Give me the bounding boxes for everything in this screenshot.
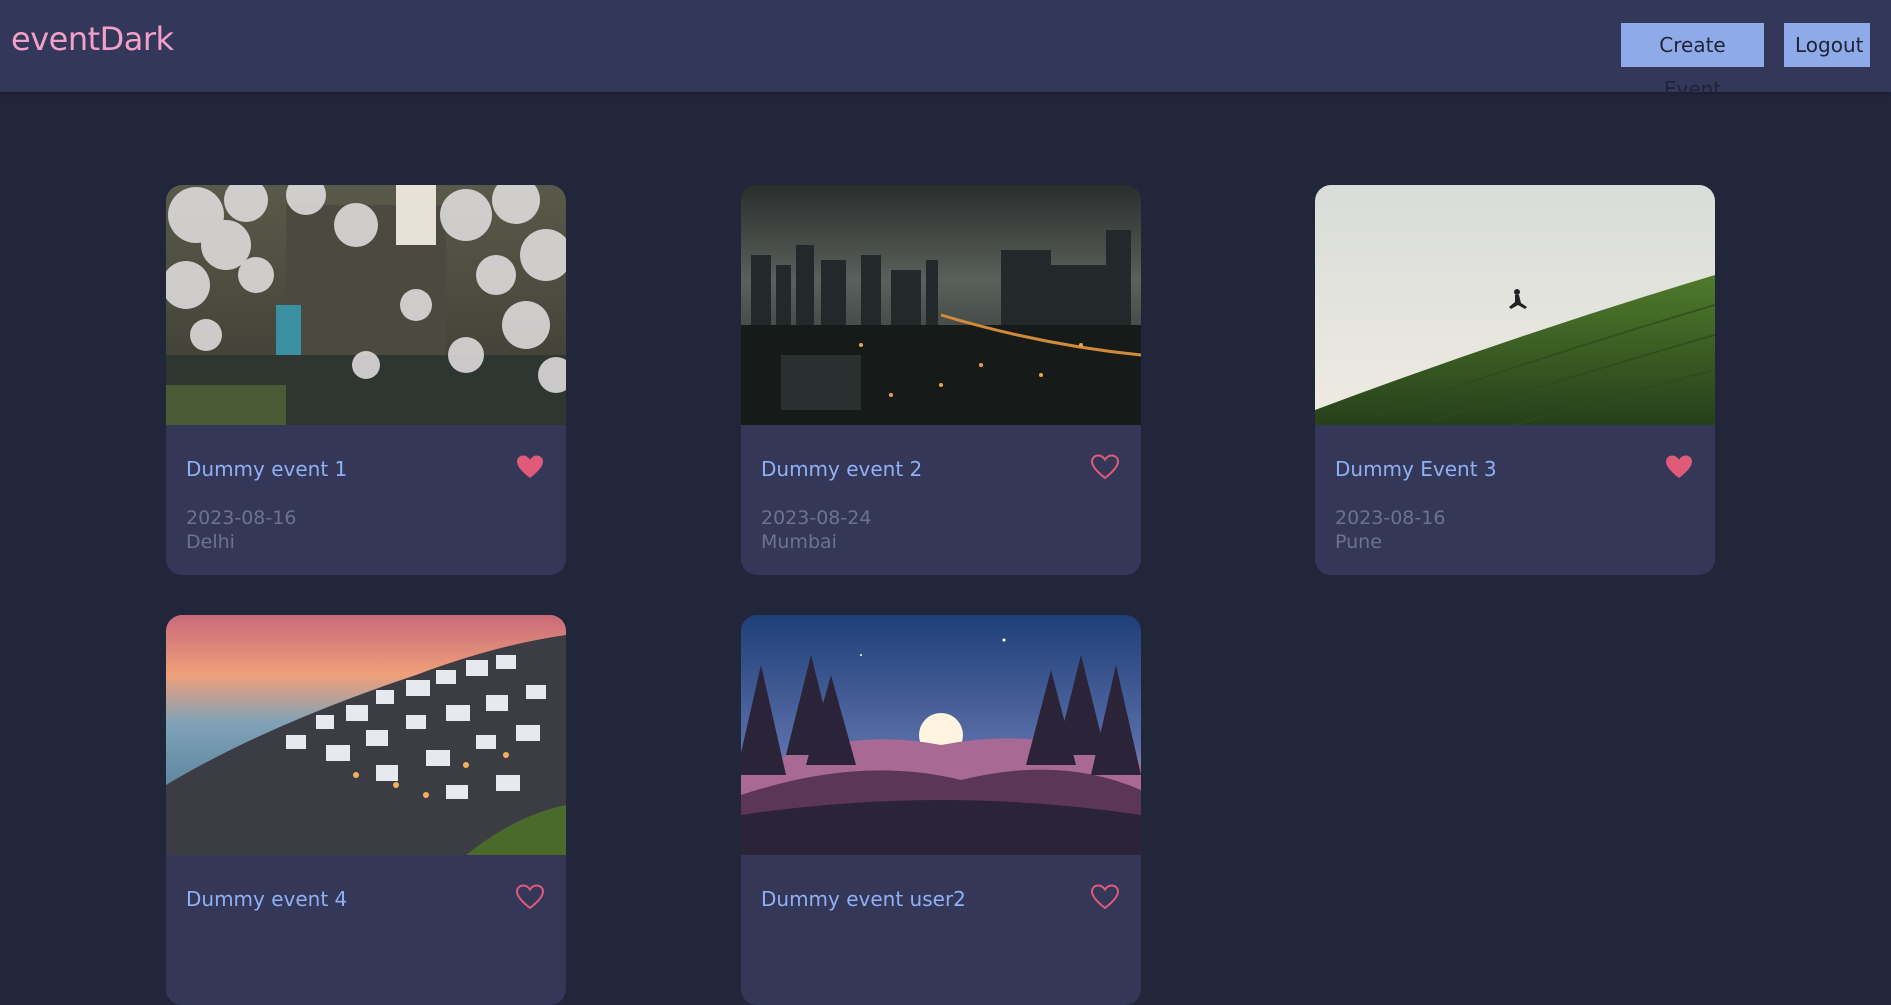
- event-card[interactable]: Dummy event 2 2023-08-24 Mumbai: [741, 185, 1141, 575]
- heart-outline-icon[interactable]: [516, 884, 544, 910]
- event-card[interactable]: Dummy event 1 2023-08-16 Delhi: [166, 185, 566, 575]
- event-title[interactable]: Dummy event 1: [186, 457, 347, 481]
- heart-outline-icon[interactable]: [1091, 454, 1119, 480]
- heart-outline-icon[interactable]: [1091, 884, 1119, 910]
- event-title[interactable]: Dummy event 4: [186, 887, 347, 911]
- event-date: 2023-08-24: [761, 507, 872, 529]
- create-event-button[interactable]: Create Event: [1621, 23, 1764, 101]
- event-city: Pune: [1335, 531, 1382, 553]
- event-title[interactable]: Dummy event 2: [761, 457, 922, 481]
- brand-logo[interactable]: eventDark: [11, 20, 174, 58]
- event-card[interactable]: Dummy event 4: [166, 615, 566, 1005]
- coastal-village-image: [166, 615, 566, 855]
- green-hill-image: [1315, 185, 1715, 425]
- event-card[interactable]: Dummy Event 3 2023-08-16 Pune: [1315, 185, 1715, 575]
- event-title[interactable]: Dummy Event 3: [1335, 457, 1497, 481]
- event-date: 2023-08-16: [186, 507, 297, 529]
- night-city-image: [741, 185, 1141, 425]
- event-card[interactable]: Dummy event user2: [741, 615, 1141, 1005]
- event-date: 2023-08-16: [1335, 507, 1446, 529]
- event-city: Mumbai: [761, 531, 837, 553]
- navbar: eventDark Create Event Logout: [0, 0, 1891, 101]
- cherry-blossom-street-image: [166, 185, 566, 425]
- heart-filled-icon[interactable]: [516, 454, 544, 480]
- event-city: Delhi: [186, 531, 235, 553]
- forest-sunset-image: [741, 615, 1141, 855]
- event-title[interactable]: Dummy event user2: [761, 887, 966, 911]
- heart-filled-icon[interactable]: [1665, 454, 1693, 480]
- logout-button[interactable]: Logout: [1784, 23, 1870, 67]
